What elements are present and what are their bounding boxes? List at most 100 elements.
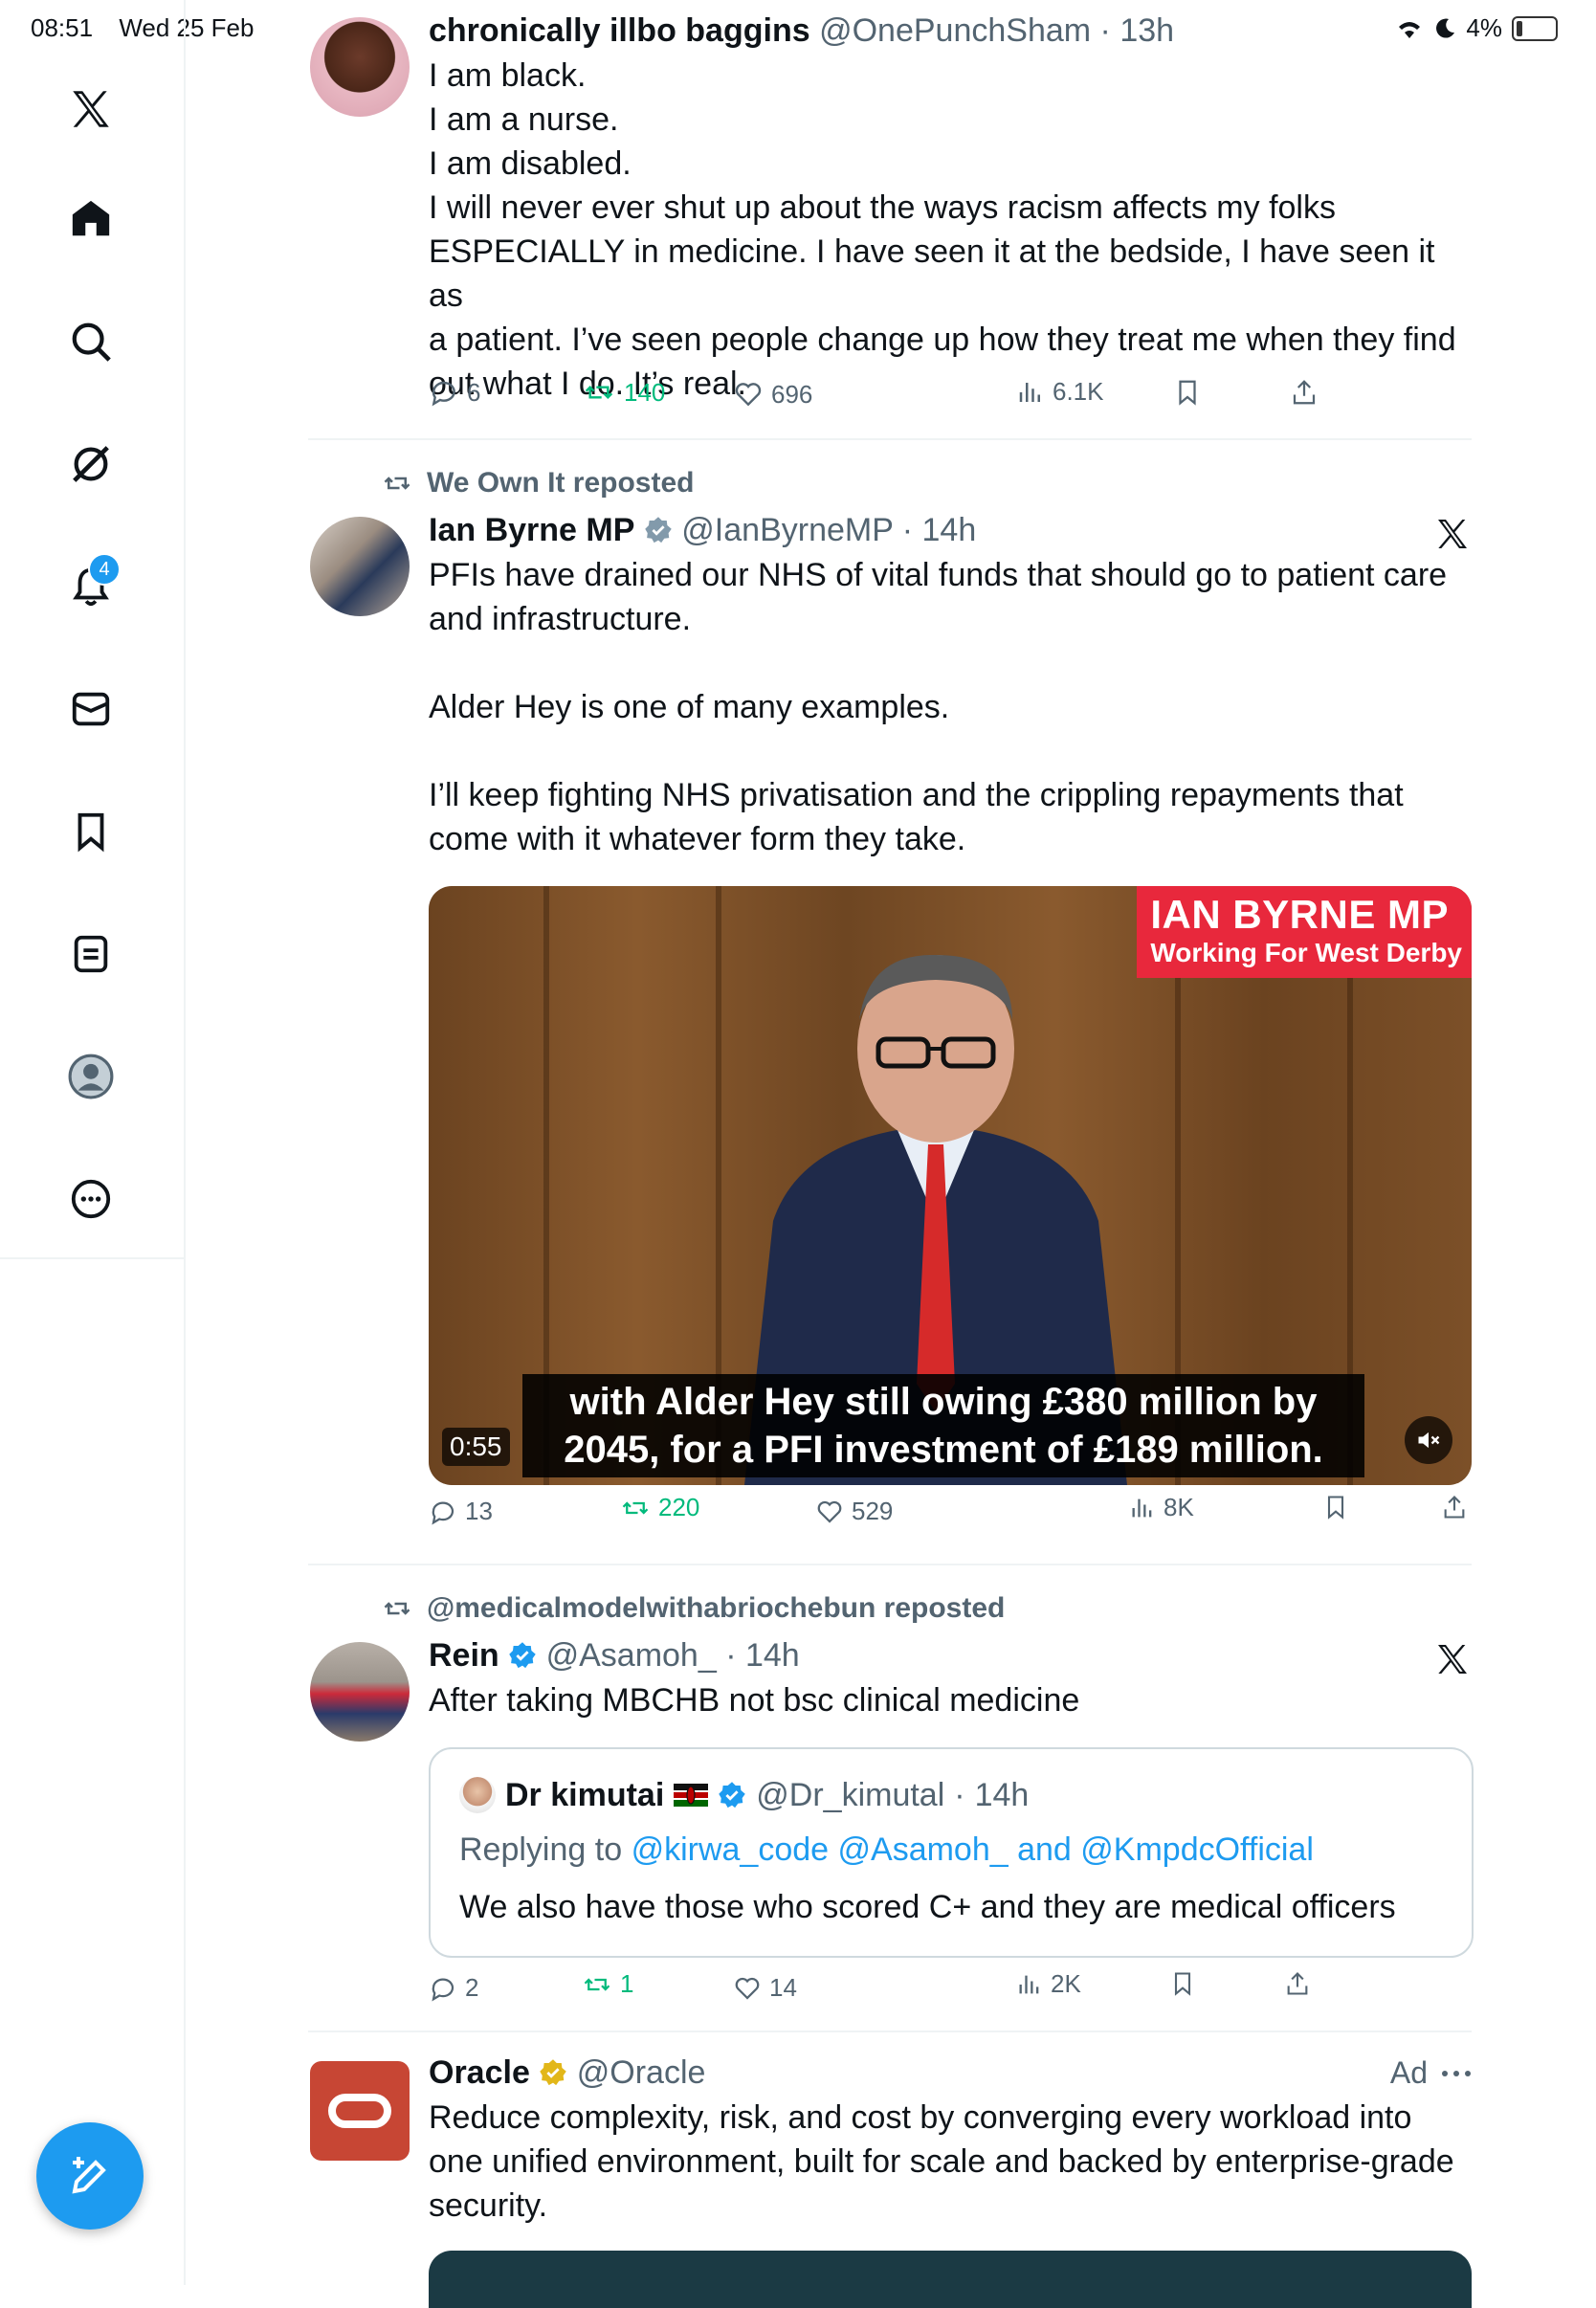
- sidebar: 4: [0, 0, 186, 2285]
- repost-icon: [384, 1602, 410, 1615]
- caption-line: with Alder Hey still owing £380 million …: [569, 1381, 1318, 1423]
- grok-icon[interactable]: [63, 436, 119, 492]
- messages-icon[interactable]: [63, 681, 119, 737]
- ad-media[interactable]: [429, 2251, 1472, 2308]
- dot-separator: ·: [893, 512, 922, 548]
- verified-gold-badge-icon: [540, 2059, 567, 2086]
- reply-count: 6: [467, 377, 481, 407]
- compose-icon: [72, 2157, 106, 2194]
- post-text-line: I am a nurse.: [429, 101, 619, 138]
- post-text-line: PFIs have drained our NHS of vital funds…: [429, 557, 1448, 593]
- share-button[interactable]: [1441, 1493, 1468, 1521]
- views-button[interactable]: 8K: [1129, 1493, 1194, 1522]
- post-text-line: Alder Hey is one of many examples.: [429, 689, 950, 725]
- ad-label-area: Ad: [1390, 2055, 1472, 2091]
- post-time[interactable]: 14h: [922, 512, 977, 548]
- share-icon: [1444, 1496, 1465, 1519]
- quoted-author-name[interactable]: Dr kimutai: [505, 1774, 664, 1816]
- reply-icon: [432, 381, 455, 407]
- author-handle[interactable]: @Asamoh_: [546, 1637, 717, 1674]
- quoted-post-text: We also have those who scored C+ and the…: [459, 1889, 1396, 1925]
- profile-icon[interactable]: [63, 1049, 119, 1104]
- video-caption: with Alder Hey still owing £380 million …: [522, 1374, 1364, 1477]
- compose-button[interactable]: [36, 2122, 144, 2230]
- post-text-line: a patient. I’ve seen people change up ho…: [429, 322, 1456, 358]
- post-actions: 2 1 14 2K: [429, 1969, 1472, 2019]
- more-options-icon[interactable]: [1441, 2069, 1472, 2078]
- share-button[interactable]: [1290, 377, 1319, 408]
- author-handle[interactable]: @IanByrneMP: [681, 512, 893, 548]
- repost-icon: [584, 1977, 610, 1991]
- author-name[interactable]: chronically illbo baggins: [429, 12, 810, 49]
- quoted-post-time[interactable]: 14h: [975, 1774, 1030, 1816]
- repost-button[interactable]: 1: [582, 1969, 633, 1999]
- replying-to-prefix: Replying to: [459, 1831, 623, 1868]
- x-logo-icon[interactable]: [63, 81, 119, 137]
- heart-icon: [817, 1500, 842, 1523]
- avatar[interactable]: [310, 517, 410, 616]
- brand-title: IAN BYRNE MP: [1150, 892, 1450, 937]
- video-player[interactable]: IAN BYRNE MP Working For West Derby with…: [429, 886, 1472, 1485]
- ad-label: Ad: [1389, 2055, 1428, 2090]
- home-icon[interactable]: [63, 191, 119, 247]
- author-name[interactable]: Rein: [429, 1637, 499, 1674]
- author-name[interactable]: Ian Byrne MP: [429, 512, 634, 548]
- bookmarks-icon[interactable]: [63, 804, 119, 859]
- view-count: 2K: [1051, 1969, 1081, 1998]
- lists-icon[interactable]: [63, 926, 119, 982]
- repost-context-text[interactable]: We Own It reposted: [427, 467, 694, 499]
- replying-to-mentions[interactable]: @kirwa_code @Asamoh_ and @KmpdcOfficial: [632, 1831, 1314, 1868]
- replying-to: Replying to @kirwa_code @Asamoh_ and @Km…: [459, 1831, 1314, 1869]
- muted-speaker-icon: [1418, 1431, 1440, 1449]
- quoted-author-handle[interactable]: @Dr_kimutal: [756, 1774, 944, 1816]
- oracle-logo-icon[interactable]: [310, 2061, 410, 2161]
- kenya-flag-icon: [674, 1784, 709, 1807]
- bookmark-button[interactable]: [1322, 1493, 1349, 1521]
- x-logo-icon[interactable]: [1433, 1640, 1472, 1678]
- views-button[interactable]: 6.1K: [1016, 377, 1104, 407]
- avatar[interactable]: [310, 1642, 410, 1742]
- repost-context-text[interactable]: @medicalmodelwithabriochebun reposted: [427, 1592, 1005, 1625]
- mute-button[interactable]: [1405, 1416, 1452, 1464]
- post-time[interactable]: 14h: [745, 1637, 800, 1674]
- reply-icon: [432, 1978, 454, 2002]
- post-text-line: I am disabled.: [429, 145, 632, 182]
- dot-separator: ·: [716, 1637, 745, 1674]
- bookmark-icon: [1179, 380, 1196, 406]
- repost-button[interactable]: 220: [620, 1493, 699, 1522]
- author-handle[interactable]: @Oracle: [577, 2054, 706, 2091]
- avatar[interactable]: [459, 1777, 496, 1813]
- bookmark-button[interactable]: [1169, 1969, 1196, 1998]
- post-text: After taking MBCHB not bsc clinical medi…: [429, 1682, 1080, 1719]
- notifications-icon[interactable]: 4: [63, 553, 121, 614]
- reply-button[interactable]: 6: [429, 377, 480, 408]
- quoted-post[interactable]: Dr kimutai @Dr_kimutal · 14h Replying to @…: [429, 1747, 1474, 1958]
- verified-badge-icon: [509, 1642, 536, 1669]
- like-button[interactable]: 696: [733, 379, 812, 410]
- reply-button[interactable]: 13: [429, 1497, 493, 1526]
- post-text-line: security.: [429, 2187, 548, 2224]
- author-name[interactable]: Oracle: [429, 2054, 530, 2091]
- like-count: 696: [771, 379, 813, 409]
- share-button[interactable]: [1284, 1969, 1311, 1998]
- like-button[interactable]: 529: [815, 1497, 893, 1526]
- post-text-line: I will never ever shut up about the ways…: [429, 189, 1336, 226]
- more-icon[interactable]: [63, 1171, 119, 1227]
- like-button[interactable]: 14: [733, 1973, 797, 2003]
- avatar[interactable]: [310, 17, 410, 117]
- dot-separator: ·: [954, 1777, 965, 1813]
- bookmark-button[interactable]: [1173, 377, 1202, 408]
- repost-context: @medicalmodelwithabriochebun reposted: [381, 1592, 1005, 1625]
- post-time[interactable]: 13h: [1119, 12, 1174, 49]
- reply-button[interactable]: 2: [429, 1973, 478, 2003]
- author-handle[interactable]: @OnePunchSham: [819, 12, 1091, 49]
- like-count: 14: [769, 1973, 797, 2002]
- views-button[interactable]: 2K: [1016, 1969, 1081, 1999]
- channel-branding: IAN BYRNE MP Working For West Derby: [1137, 886, 1472, 978]
- post-text-line: ESPECIALLY in medicine. I have seen it a…: [429, 233, 1435, 314]
- repost-button[interactable]: 140: [582, 377, 665, 408]
- search-icon[interactable]: [63, 314, 119, 369]
- post-text-line: come with it whatever form they take.: [429, 821, 966, 857]
- x-logo-icon[interactable]: [1433, 515, 1472, 553]
